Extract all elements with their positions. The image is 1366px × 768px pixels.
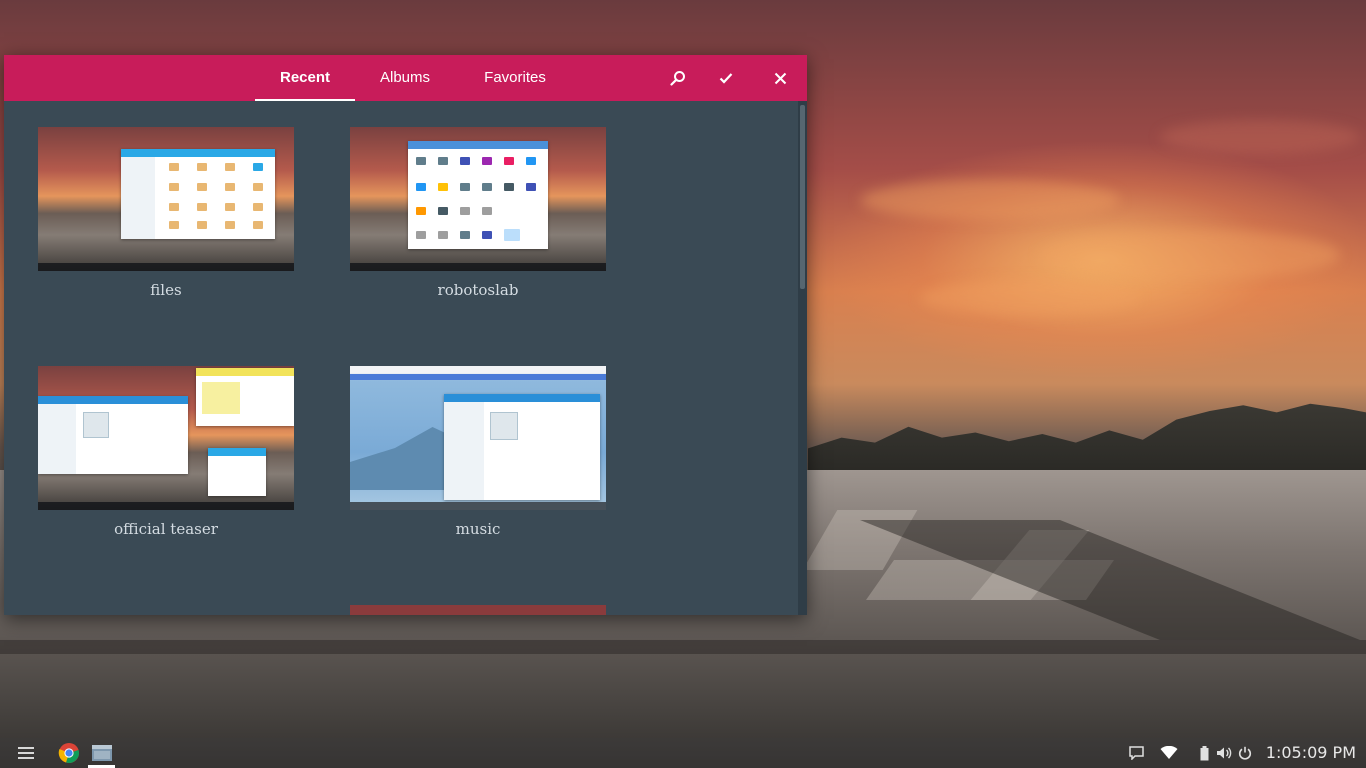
menu-icon xyxy=(18,747,34,759)
album-thumbnail-robotoslab[interactable] xyxy=(350,127,606,271)
power-button[interactable] xyxy=(1236,738,1254,768)
album-thumbnail-files[interactable] xyxy=(38,127,294,271)
files-window-preview xyxy=(121,149,275,239)
album-caption: files xyxy=(150,281,182,299)
power-icon xyxy=(1238,746,1252,760)
notifications-button[interactable] xyxy=(1126,738,1146,768)
wifi-icon xyxy=(1160,746,1178,759)
tab-albums[interactable]: Albums xyxy=(360,55,450,101)
album-caption: music xyxy=(455,520,501,538)
settings-window-preview xyxy=(408,141,548,249)
album-grid: files robotoslab official teaser music xyxy=(4,101,807,615)
notification-icon xyxy=(1128,746,1144,760)
music-window-preview xyxy=(38,396,188,474)
close-icon xyxy=(774,72,786,84)
volume-control[interactable] xyxy=(1214,738,1234,768)
album-thumbnail-music[interactable] xyxy=(350,366,606,510)
files-app-button[interactable] xyxy=(88,738,116,768)
music-app-preview xyxy=(444,394,600,500)
checkmark-icon xyxy=(719,73,733,84)
calendar-window-preview xyxy=(208,448,266,496)
chrome-app-button[interactable] xyxy=(55,738,83,768)
album-caption: robotoslab xyxy=(437,281,519,299)
files-app-icon xyxy=(92,745,112,761)
notes-window-preview xyxy=(196,368,294,426)
launcher-button[interactable] xyxy=(12,738,40,768)
system-shelf: 1:05:09 PM xyxy=(0,738,1366,768)
search-button[interactable] xyxy=(663,63,693,93)
album-caption: official teaser xyxy=(114,520,218,538)
chrome-icon xyxy=(58,743,79,763)
system-clock[interactable]: 1:05:09 PM xyxy=(1266,738,1356,768)
battery-icon xyxy=(1200,745,1208,760)
album-thumbnail-official-teaser[interactable] xyxy=(38,366,294,510)
album-thumbnail-partial[interactable] xyxy=(350,605,606,615)
photos-app-window: Recent Albums Favorites files robotoslab… xyxy=(4,55,807,615)
search-icon xyxy=(670,71,685,86)
tab-recent[interactable]: Recent xyxy=(255,55,355,101)
volume-icon xyxy=(1217,747,1232,759)
confirm-button[interactable] xyxy=(711,63,741,93)
album-grid-scrollbar[interactable] xyxy=(798,101,807,615)
tab-favorites[interactable]: Favorites xyxy=(460,55,570,101)
app-titlebar: Recent Albums Favorites xyxy=(4,55,807,101)
close-button[interactable] xyxy=(765,63,795,93)
battery-status[interactable] xyxy=(1196,738,1212,768)
wifi-status[interactable] xyxy=(1158,738,1180,768)
